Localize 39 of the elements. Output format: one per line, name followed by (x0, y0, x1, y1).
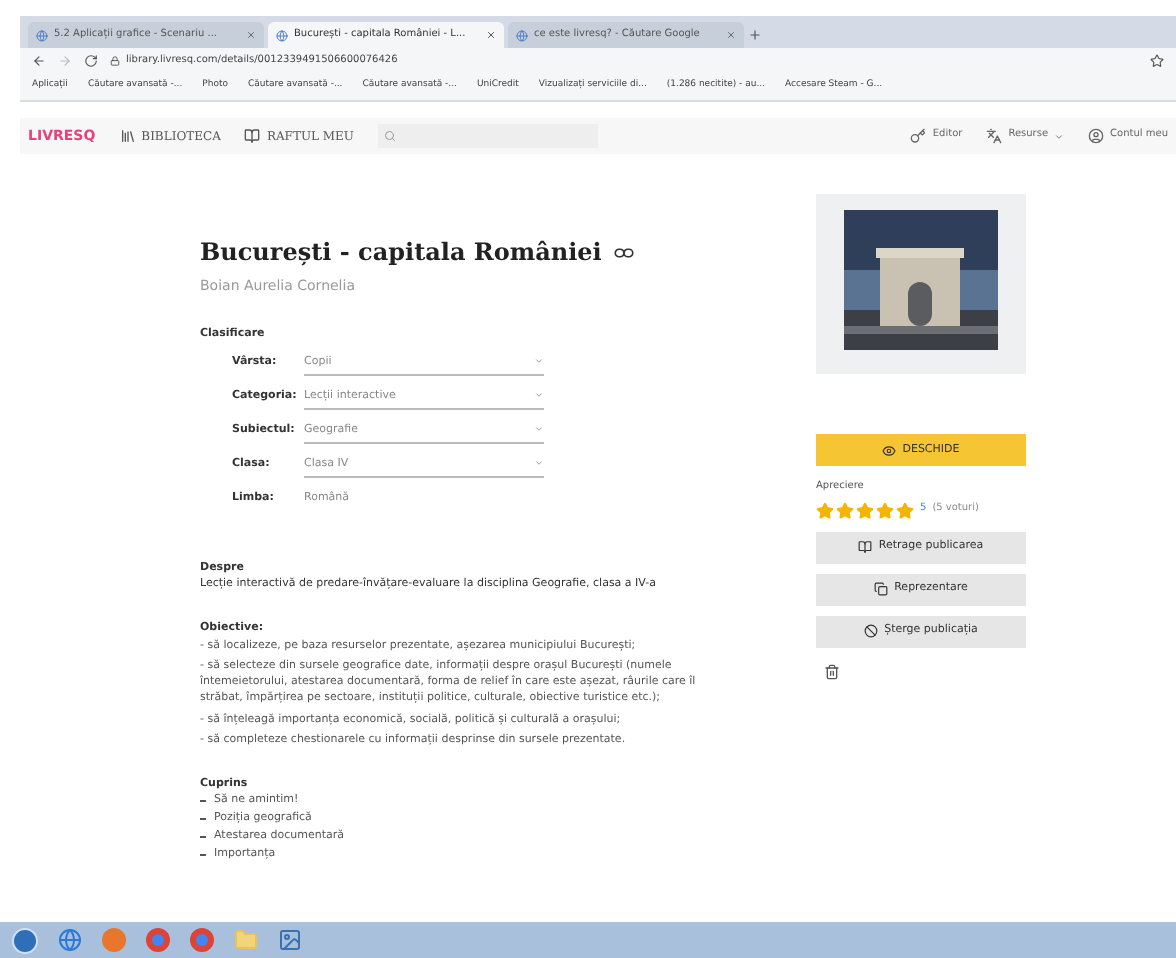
lock-icon (110, 56, 120, 66)
lesson-title: București - capitala României (200, 236, 602, 270)
eye-icon (882, 443, 897, 457)
star-icon[interactable] (876, 501, 894, 519)
user-icon (1088, 128, 1105, 144)
folder-icon[interactable] (234, 928, 258, 952)
caret-icon (534, 390, 544, 401)
key-icon (910, 128, 927, 144)
caret-icon (534, 356, 544, 367)
link-icon (613, 247, 634, 257)
library-icon (119, 128, 136, 144)
search-field[interactable] (377, 124, 598, 148)
image-icon[interactable] (278, 928, 302, 952)
back-icon[interactable] (32, 54, 46, 68)
translate-icon (986, 128, 1003, 144)
trash-icon[interactable] (824, 663, 840, 679)
star-icon[interactable] (836, 501, 854, 519)
favicon-icon (36, 29, 48, 41)
list-dash (200, 817, 206, 820)
forward-icon[interactable] (58, 54, 72, 68)
book-icon (244, 128, 261, 144)
book-icon (858, 540, 873, 554)
globe-icon[interactable] (58, 928, 82, 952)
favicon-icon (516, 29, 528, 41)
reload-icon[interactable] (84, 54, 98, 68)
caret-icon (1054, 131, 1065, 141)
ban-icon (864, 624, 879, 638)
star-icon[interactable] (856, 501, 874, 519)
caret-icon (534, 424, 544, 435)
list-dash (200, 800, 206, 803)
copy-icon (874, 582, 889, 596)
new-tab-icon[interactable] (748, 28, 762, 42)
search-icon (383, 130, 396, 142)
caret-icon (534, 458, 544, 469)
bookmark-star-icon[interactable] (1150, 54, 1164, 68)
favicon-icon (276, 29, 288, 41)
start-orb-icon[interactable] (12, 927, 38, 953)
star-icon[interactable] (816, 501, 834, 519)
star-icon[interactable] (896, 501, 914, 519)
